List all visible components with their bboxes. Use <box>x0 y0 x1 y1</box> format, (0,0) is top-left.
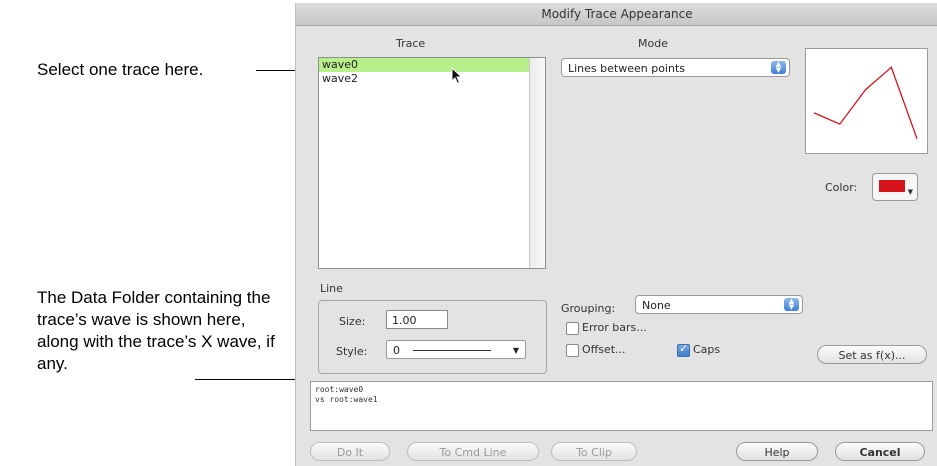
dialog-title: Modify Trace Appearance <box>296 3 937 26</box>
help-button[interactable]: Help <box>736 442 818 461</box>
trace-list[interactable]: wave0 wave2 <box>318 57 546 269</box>
mode-header: Mode <box>638 37 668 50</box>
updown-arrows-icon: ▲ ▼ <box>784 298 799 311</box>
trace-header: Trace <box>396 37 426 50</box>
color-swatch <box>879 180 905 192</box>
trace-list-scrollbar[interactable] <box>529 58 545 268</box>
callout-data-folder-leader <box>195 379 311 380</box>
wave-path: root:wave0 <box>315 385 364 394</box>
color-button[interactable]: ▼ <box>872 173 918 201</box>
do-it-button[interactable]: Do It <box>310 442 390 461</box>
line-group-legend: Line <box>320 282 343 295</box>
chevron-down-icon: ▼ <box>907 188 913 196</box>
trace-list-item[interactable]: wave2 <box>319 72 529 86</box>
mode-value: Lines between points <box>568 62 685 75</box>
caps-checkbox[interactable] <box>677 342 690 357</box>
cancel-button[interactable]: Cancel <box>835 442 925 461</box>
mode-popup[interactable]: Lines between points ▲ ▼ <box>561 58 790 77</box>
mouse-pointer-icon <box>451 67 463 85</box>
grouping-popup[interactable]: None ▲ ▼ <box>635 295 803 314</box>
line-style-sample <box>413 350 491 351</box>
updown-arrows-icon: ▲ ▼ <box>771 61 786 74</box>
offset-label: Offset... <box>582 343 626 356</box>
size-input[interactable]: 1.00 <box>386 310 448 329</box>
trace-list-item[interactable]: wave0 <box>319 58 529 72</box>
color-label: Color: <box>825 181 858 194</box>
style-label: Style: <box>336 345 368 358</box>
chevron-down-icon: ▼ <box>512 346 519 355</box>
modify-trace-dialog: Modify Trace Appearance Trace Mode wave0… <box>295 3 937 466</box>
error-bars-checkbox[interactable] <box>566 322 579 335</box>
trace-preview <box>805 48 928 154</box>
to-cmd-line-button[interactable]: To Cmd Line <box>407 442 539 461</box>
caps-label: Caps <box>693 343 721 356</box>
set-as-default-button[interactable]: Set as f(x)... <box>817 345 927 364</box>
data-folder-path: root:wave0 vs root:wave1 <box>310 381 933 431</box>
preview-line <box>813 66 918 139</box>
size-label: Size: <box>339 315 366 328</box>
grouping-value: None <box>642 299 671 312</box>
preview-trace-line <box>813 66 918 139</box>
x-wave-path: vs root:wave1 <box>315 395 378 404</box>
style-value: 0 <box>393 344 400 357</box>
style-popup[interactable]: 0 ▼ <box>386 340 526 359</box>
to-clip-button[interactable]: To Clip <box>551 442 637 461</box>
error-bars-label: Error bars... <box>582 321 647 334</box>
callout-select-trace: Select one trace here. <box>37 60 204 79</box>
grouping-label: Grouping: <box>561 302 616 315</box>
callout-data-folder: The Data Folder containing the trace’s w… <box>37 288 275 373</box>
offset-checkbox[interactable] <box>566 344 579 357</box>
